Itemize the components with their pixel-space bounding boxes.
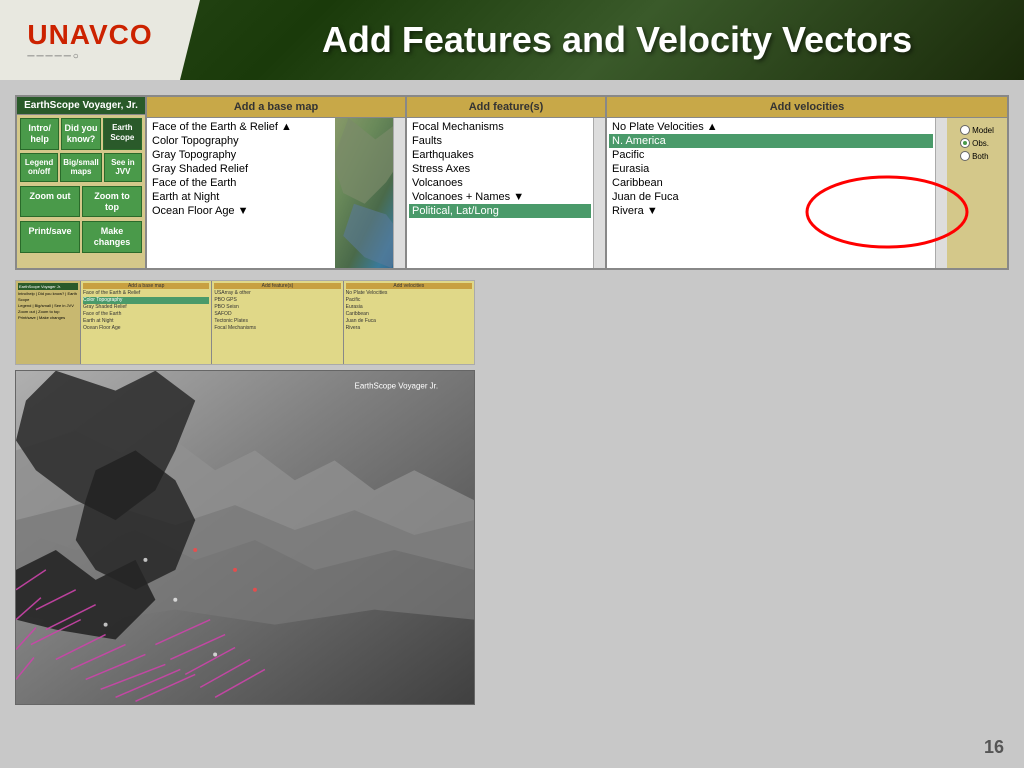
- map-thumbnail: [335, 118, 405, 268]
- features-section: Add feature(s) Focal Mechanisms Faults E…: [407, 97, 607, 268]
- velocity-options: Model Obs. Both: [947, 118, 1007, 268]
- ss-sidebar: EarthScope Voyager Jr. Intro/help | Did …: [16, 281, 81, 364]
- list-item[interactable]: Stress Axes: [409, 162, 591, 176]
- features-scrollbar[interactable]: [593, 118, 605, 268]
- obs-radio[interactable]: Obs.: [960, 138, 994, 148]
- both-radio-dot: [960, 151, 970, 161]
- main-map: EarthScope Voyager Jr.: [15, 370, 475, 705]
- velocities-header: Add velocities: [607, 97, 1007, 118]
- sidebar-buttons: Intro/help Did youknow? EarthScope: [17, 115, 145, 153]
- small-screenshot-inner: EarthScope Voyager Jr. Intro/help | Did …: [16, 281, 474, 364]
- small-screenshot: EarthScope Voyager Jr. Intro/help | Did …: [15, 280, 475, 365]
- intro-help-button[interactable]: Intro/help: [20, 118, 59, 150]
- model-radio[interactable]: Model: [960, 125, 994, 135]
- left-column: EarthScope Voyager Jr. Intro/help | Did …: [15, 280, 475, 705]
- print-save-button[interactable]: Print/save: [20, 221, 80, 253]
- svg-text:EarthScope Voyager Jr.: EarthScope Voyager Jr.: [355, 382, 439, 391]
- make-changes-button[interactable]: Make changes: [82, 221, 142, 253]
- base-map-content: Face of the Earth & Relief ▲ Color Topog…: [147, 118, 405, 268]
- bottom-area: EarthScope Voyager Jr. Intro/help | Did …: [15, 280, 1009, 705]
- velocities-scrollbar[interactable]: [935, 118, 947, 268]
- sidebar-title: EarthScope Voyager, Jr.: [17, 97, 145, 115]
- zoom-top-button[interactable]: Zoom to top: [82, 186, 142, 218]
- list-item[interactable]: Ocean Floor Age ▼: [149, 204, 333, 218]
- list-item[interactable]: Earth at Night: [149, 190, 333, 204]
- list-item[interactable]: Eurasia: [609, 162, 933, 176]
- page-title: Add Features and Velocity Vectors: [180, 19, 1024, 61]
- sidebar-row3: Zoom out Zoom to top: [17, 186, 145, 218]
- features-list[interactable]: Focal Mechanisms Faults Earthquakes Stre…: [407, 118, 593, 268]
- left-sidebar: EarthScope Voyager, Jr. Intro/help Did y…: [17, 97, 147, 268]
- logo-sub: ─────○: [27, 51, 80, 62]
- list-item[interactable]: Rivera ▼: [609, 204, 933, 218]
- n-america-item[interactable]: N. America: [609, 134, 933, 148]
- legend-button[interactable]: Legendon/off: [20, 153, 58, 182]
- earth-scope-button[interactable]: EarthScope: [103, 118, 142, 150]
- model-radio-dot: [960, 125, 970, 135]
- list-item[interactable]: Focal Mechanisms: [409, 120, 591, 134]
- list-item[interactable]: Face of the Earth & Relief ▲: [149, 120, 333, 134]
- list-item[interactable]: Color Topography: [149, 134, 333, 148]
- list-item[interactable]: Faults: [409, 134, 591, 148]
- sidebar-row2: Legendon/off Big/smallmaps See inJVV: [17, 153, 145, 182]
- velocities-list[interactable]: No Plate Velocities ▲ N. America Pacific…: [607, 118, 935, 268]
- list-item[interactable]: Face of the Earth: [149, 176, 333, 190]
- list-item[interactable]: Earthquakes: [409, 148, 591, 162]
- base-map-section: Add a base map Face of the Earth & Relie…: [147, 97, 407, 268]
- list-item[interactable]: Gray Shaded Relief: [149, 162, 333, 176]
- list-item[interactable]: Volcanoes: [409, 176, 591, 190]
- list-item[interactable]: Juan de Fuca: [609, 190, 933, 204]
- logo-text: UNAVCO: [27, 19, 152, 51]
- model-label: Model: [972, 126, 994, 135]
- logo-area: UNAVCO ─────○: [0, 0, 180, 80]
- velocities-content: No Plate Velocities ▲ N. America Pacific…: [607, 118, 1007, 268]
- list-item[interactable]: Volcanoes + Names ▼: [409, 190, 591, 204]
- main-content: EarthScope Voyager, Jr. Intro/help Did y…: [0, 80, 1024, 720]
- map-svg: EarthScope Voyager Jr.: [16, 371, 474, 704]
- obs-label: Obs.: [972, 139, 989, 148]
- zoom-out-button[interactable]: Zoom out: [20, 186, 80, 218]
- ss-velocities: Add velocities No Plate Velocities Pacif…: [344, 281, 474, 364]
- ss-features: Add feature(s) USArray & other PBO GPS P…: [212, 281, 343, 364]
- features-content: Focal Mechanisms Faults Earthquakes Stre…: [407, 118, 605, 268]
- velocities-section: Add velocities No Plate Velocities ▲ N. …: [607, 97, 1007, 268]
- sidebar-row4: Print/save Make changes: [17, 221, 145, 253]
- list-item[interactable]: Caribbean: [609, 176, 933, 190]
- header: UNAVCO ─────○ Add Features and Velocity …: [0, 0, 1024, 80]
- ui-panel: EarthScope Voyager, Jr. Intro/help Did y…: [15, 95, 1009, 270]
- ss-basemap: Add a base map Face of the Earth & Relie…: [81, 281, 212, 364]
- map-scrollbar[interactable]: [393, 118, 405, 268]
- base-map-list[interactable]: Face of the Earth & Relief ▲ Color Topog…: [147, 118, 335, 268]
- both-radio[interactable]: Both: [960, 151, 994, 161]
- obs-radio-dot: [960, 138, 970, 148]
- see-jvv-button[interactable]: See inJVV: [104, 153, 142, 182]
- base-map-header: Add a base map: [147, 97, 405, 118]
- list-item[interactable]: No Plate Velocities ▲: [609, 120, 933, 134]
- both-label: Both: [972, 152, 988, 161]
- list-item[interactable]: Pacific: [609, 148, 933, 162]
- political-lat-long-item[interactable]: Political, Lat/Long: [409, 204, 591, 218]
- page-number: 16: [984, 737, 1004, 758]
- list-item[interactable]: Gray Topography: [149, 148, 333, 162]
- big-small-button[interactable]: Big/smallmaps: [60, 153, 102, 182]
- features-header: Add feature(s): [407, 97, 605, 118]
- did-you-know-button[interactable]: Did youknow?: [61, 118, 100, 150]
- unavco-logo: UNAVCO ─────○: [27, 19, 152, 62]
- radio-group: Model Obs. Both: [960, 125, 994, 161]
